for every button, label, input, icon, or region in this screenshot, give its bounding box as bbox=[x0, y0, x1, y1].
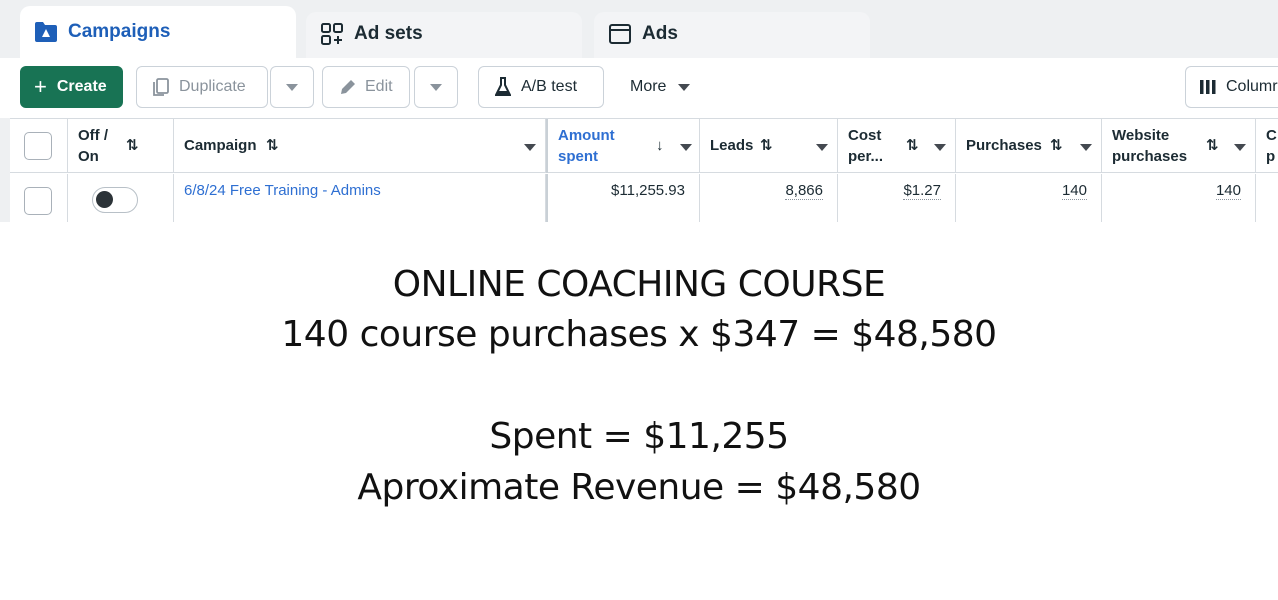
row-checkbox[interactable] bbox=[24, 187, 52, 215]
header-cut-column-label: C p bbox=[1266, 127, 1277, 165]
amount-spent-value: $11,255.93 bbox=[611, 182, 685, 199]
plus-icon: + bbox=[34, 74, 47, 99]
header-leads[interactable]: Leads ⇅ bbox=[700, 119, 838, 173]
edit-button[interactable]: Edit bbox=[322, 66, 410, 108]
caption-title: ONLINE COACHING COURSE bbox=[392, 264, 886, 305]
tab-ads-label: Ads bbox=[642, 23, 678, 44]
caption-calculation: 140 course purchases x $347 = $48,580 bbox=[281, 314, 997, 355]
header-purchases-label: Purchases bbox=[966, 137, 1042, 154]
ad-sets-grid-icon bbox=[320, 22, 344, 46]
table-row[interactable]: 6/8/24 Free Training - Admins $11,255.93… bbox=[10, 174, 1278, 222]
campaign-folder-icon bbox=[34, 20, 58, 44]
campaigns-table: Off / On ⇅ Campaign ⇅ Amount spent ↓ Lea… bbox=[10, 118, 1278, 222]
tab-campaigns[interactable]: Campaigns bbox=[20, 6, 296, 66]
header-website-purchases-label: Website purchases bbox=[1112, 127, 1188, 165]
sort-icon[interactable]: ⇅ bbox=[1206, 135, 1219, 156]
more-button[interactable]: More bbox=[630, 66, 691, 108]
create-label: Create bbox=[56, 78, 107, 95]
sort-icon[interactable]: ⇅ bbox=[1050, 135, 1063, 156]
tab-ad-sets-label: Ad sets bbox=[354, 23, 423, 44]
header-amount-spent-label: Amount spent bbox=[558, 127, 615, 165]
header-cut-column[interactable]: C p bbox=[1256, 119, 1278, 173]
row-leads-cell: 8,866 bbox=[700, 174, 838, 222]
header-cost-per[interactable]: Cost per... ⇅ bbox=[838, 119, 956, 173]
row-website-purchases-cell: 140 bbox=[1102, 174, 1256, 222]
more-label: More bbox=[630, 78, 667, 95]
header-campaign[interactable]: Campaign ⇅ bbox=[174, 119, 546, 173]
header-website-purchases[interactable]: Website purchases ⇅ bbox=[1102, 119, 1256, 173]
sort-icon[interactable]: ⇅ bbox=[906, 135, 919, 156]
row-cut-cell bbox=[1256, 174, 1278, 222]
header-leads-label: Leads bbox=[710, 137, 754, 154]
purchases-value[interactable]: 140 bbox=[1061, 182, 1087, 200]
sort-icon[interactable]: ⇅ bbox=[266, 135, 279, 156]
row-amount-spent-cell: $11,255.93 bbox=[546, 174, 700, 222]
table-header: Off / On ⇅ Campaign ⇅ Amount spent ↓ Lea… bbox=[10, 119, 1278, 173]
header-cost-per-label: Cost per... bbox=[848, 127, 884, 165]
chevron-down-icon[interactable] bbox=[934, 144, 946, 151]
campaign-name-link[interactable]: 6/8/24 Free Training - Admins bbox=[184, 182, 381, 199]
leads-value[interactable]: 8,866 bbox=[785, 182, 823, 200]
pencil-icon bbox=[339, 78, 357, 96]
duplicate-label: Duplicate bbox=[179, 78, 246, 95]
chevron-down-icon bbox=[286, 83, 298, 91]
flask-icon bbox=[495, 77, 511, 97]
toolbar: + Create Duplicate Edit A/B test More Co… bbox=[0, 58, 1278, 118]
website-purchases-value[interactable]: 140 bbox=[1215, 182, 1241, 200]
row-select-cell bbox=[10, 174, 68, 222]
select-all-checkbox[interactable] bbox=[24, 132, 52, 160]
chevron-down-icon[interactable] bbox=[680, 144, 692, 151]
campaign-toggle[interactable] bbox=[92, 187, 138, 213]
caption-revenue: Aproximate Revenue = $48,580 bbox=[357, 467, 921, 508]
header-amount-spent[interactable]: Amount spent ↓ bbox=[546, 119, 700, 173]
header-off-on-label: Off / On bbox=[78, 127, 108, 165]
create-button[interactable]: + Create bbox=[20, 66, 123, 108]
columns-icon bbox=[1200, 79, 1216, 95]
chevron-down-icon[interactable] bbox=[1234, 144, 1246, 151]
chevron-down-icon[interactable] bbox=[524, 144, 536, 151]
edit-dropdown-button[interactable] bbox=[414, 66, 458, 108]
duplicate-dropdown-button[interactable] bbox=[270, 66, 314, 108]
ads-manager-screenshot: Campaigns Ad sets Ads + Create Duplicate… bbox=[0, 0, 1278, 222]
ab-test-label: A/B test bbox=[521, 78, 578, 95]
header-campaign-label: Campaign bbox=[184, 137, 257, 154]
row-toggle-cell bbox=[68, 174, 174, 222]
chevron-down-icon[interactable] bbox=[816, 144, 828, 151]
row-cost-per-cell: $1.27 bbox=[838, 174, 956, 222]
header-select-cell bbox=[10, 119, 68, 173]
ab-test-button[interactable]: A/B test bbox=[478, 66, 604, 108]
edit-label: Edit bbox=[365, 78, 393, 95]
duplicate-icon bbox=[151, 77, 171, 97]
tab-ad-sets[interactable]: Ad sets bbox=[306, 12, 582, 62]
tab-ads[interactable]: Ads bbox=[594, 12, 870, 62]
caption-spent: Spent = $11,255 bbox=[489, 416, 789, 457]
toggle-knob bbox=[96, 191, 113, 208]
row-purchases-cell: 140 bbox=[956, 174, 1102, 222]
chevron-down-icon bbox=[678, 83, 691, 91]
header-purchases[interactable]: Purchases ⇅ bbox=[956, 119, 1102, 173]
chevron-down-icon[interactable] bbox=[1080, 144, 1092, 151]
row-campaign-cell: 6/8/24 Free Training - Admins bbox=[174, 174, 546, 222]
tab-campaigns-label: Campaigns bbox=[68, 21, 171, 42]
header-off-on[interactable]: Off / On ⇅ bbox=[68, 119, 174, 173]
sort-icon[interactable]: ⇅ bbox=[760, 135, 773, 156]
sort-down-arrow-icon[interactable]: ↓ bbox=[656, 135, 664, 156]
sort-icon[interactable]: ⇅ bbox=[126, 135, 139, 156]
duplicate-button[interactable]: Duplicate bbox=[136, 66, 268, 108]
ad-window-icon bbox=[608, 22, 632, 46]
chevron-down-icon bbox=[430, 83, 442, 91]
columns-button[interactable]: Columr bbox=[1185, 66, 1278, 108]
cost-per-value[interactable]: $1.27 bbox=[903, 182, 941, 200]
columns-label: Columr bbox=[1226, 78, 1278, 95]
